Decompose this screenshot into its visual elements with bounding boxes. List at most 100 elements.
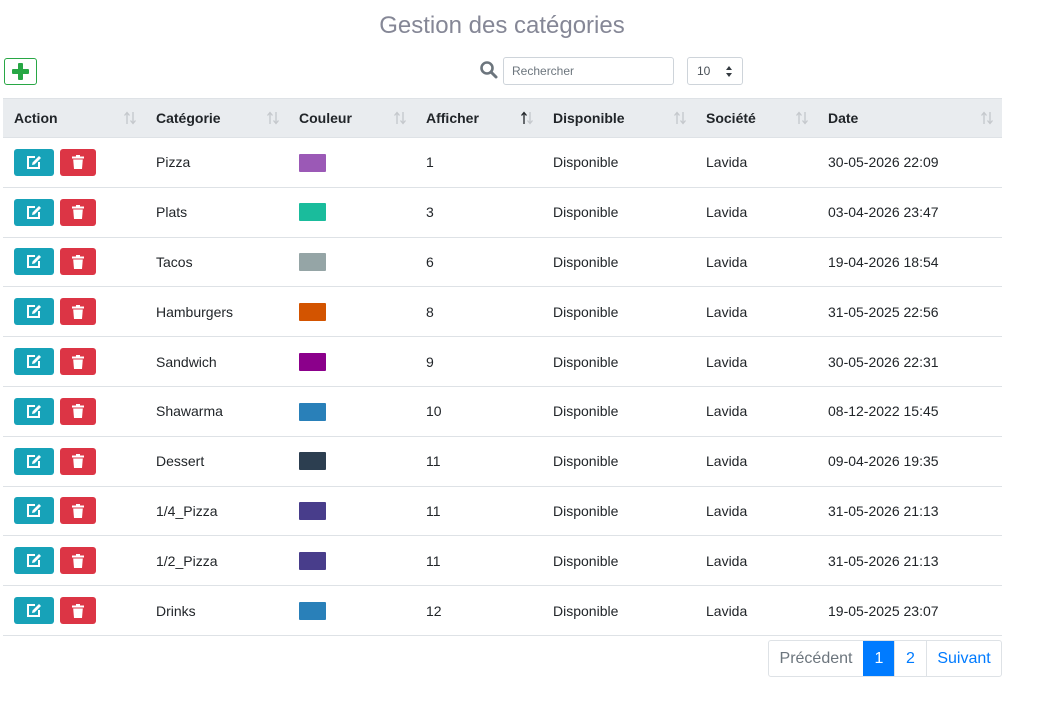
availability-cell: Disponible [542,187,695,238]
sort-icon [674,111,686,125]
date-cell: 19-05-2025 23:07 [817,585,1002,636]
trash-icon [72,155,84,170]
action-cell [3,585,145,636]
action-cell [3,386,145,437]
color-swatch [299,452,326,471]
delete-button[interactable] [60,547,96,575]
edit-icon [27,355,41,369]
sort-icon [796,111,808,125]
color-swatch [299,502,326,521]
edit-button[interactable] [14,597,54,625]
edit-button[interactable] [14,397,54,425]
page-size-select[interactable]: 10 [687,57,743,85]
company-cell: Lavida [695,286,817,338]
delete-button[interactable] [60,447,96,475]
edit-button[interactable] [14,248,54,276]
pagination-next-button[interactable]: Suivant [926,641,1001,676]
column-header-action[interactable]: Action [3,98,145,138]
category-cell: Pizza [145,137,288,188]
search-input[interactable] [503,57,674,85]
edit-button[interactable] [14,348,54,376]
color-swatch [299,302,326,321]
date-cell: 31-05-2026 21:13 [817,535,1002,587]
availability-cell: Disponible [542,137,695,188]
color-cell [288,486,415,537]
delete-button[interactable] [60,248,96,276]
trash-icon [72,553,84,568]
category-cell: Tacos [145,237,288,288]
column-header-label: Couleur [299,110,352,126]
edit-button[interactable] [14,547,54,575]
edit-button[interactable] [14,298,54,326]
category-cell: Hamburgers [145,286,288,338]
display-order-cell: 1 [415,137,542,188]
trash-icon [72,503,84,518]
date-cell: 03-04-2026 23:47 [817,187,1002,238]
action-cell [3,237,145,288]
delete-button[interactable] [60,198,96,226]
edit-icon [27,554,41,568]
color-cell [288,187,415,238]
color-cell [288,436,415,487]
pagination-page-2[interactable]: 2 [894,641,926,676]
display-order-cell: 10 [415,386,542,437]
delete-button[interactable] [60,597,96,625]
table-row: 1/4_Pizza 11 Disponible Lavida 31-05-2026 21… [3,486,1002,537]
delete-button[interactable] [60,148,96,176]
column-header-label: Action [14,110,58,126]
categories-table: Action Catégorie Couleur Afficher Disponible… [3,98,1002,636]
color-cell [288,336,415,387]
sort-icon [981,111,993,125]
color-cell [288,535,415,587]
availability-cell: Disponible [542,386,695,437]
column-header-categorie[interactable]: Catégorie [145,98,288,138]
company-cell: Lavida [695,137,817,188]
add-category-button[interactable] [4,58,37,85]
edit-button[interactable] [14,148,54,176]
display-order-cell: 12 [415,585,542,636]
action-cell [3,535,145,587]
company-cell: Lavida [695,535,817,587]
column-header-afficher[interactable]: Afficher [415,98,542,138]
table-row: Plats 3 Disponible Lavida 03-04-2026 23:47 [3,187,1002,238]
column-header-disponible[interactable]: Disponible [542,98,695,138]
column-header-couleur[interactable]: Couleur [288,98,415,138]
trash-icon [72,354,84,369]
color-swatch [299,601,326,620]
company-cell: Lavida [695,386,817,437]
pagination-prev-button[interactable]: Précédent [769,641,863,676]
trash-icon [72,603,84,618]
color-swatch [299,253,326,272]
table-header-row: Action Catégorie Couleur Afficher Disponible… [3,98,1002,138]
company-cell: Lavida [695,187,817,238]
action-cell [3,286,145,338]
company-cell: Lavida [695,585,817,636]
trash-icon [72,205,84,220]
edit-button[interactable] [14,198,54,226]
edit-icon [27,205,41,219]
pagination-page-1[interactable]: 1 [863,641,894,676]
edit-button[interactable] [14,497,54,525]
color-swatch [299,153,326,172]
select-caret-icon [726,66,732,77]
table-row: 1/2_Pizza 11 Disponible Lavida 31-05-2026 21… [3,535,1002,587]
edit-icon [27,454,41,468]
delete-button[interactable] [60,298,96,326]
column-header-date[interactable]: Date [817,98,1002,138]
display-order-cell: 11 [415,486,542,537]
delete-button[interactable] [60,497,96,525]
column-header-label: Afficher [426,110,479,126]
sort-icon [521,111,533,125]
edit-button[interactable] [14,447,54,475]
column-header-societe[interactable]: Société [695,98,817,138]
sort-icon [267,111,279,125]
edit-icon [27,255,41,269]
delete-button[interactable] [60,397,96,425]
page-title: Gestion des catégories [379,12,625,39]
category-cell: 1/2_Pizza [145,535,288,587]
edit-icon [27,604,41,618]
availability-cell: Disponible [542,237,695,288]
delete-button[interactable] [60,348,96,376]
color-cell [288,237,415,288]
sort-icon [394,111,406,125]
